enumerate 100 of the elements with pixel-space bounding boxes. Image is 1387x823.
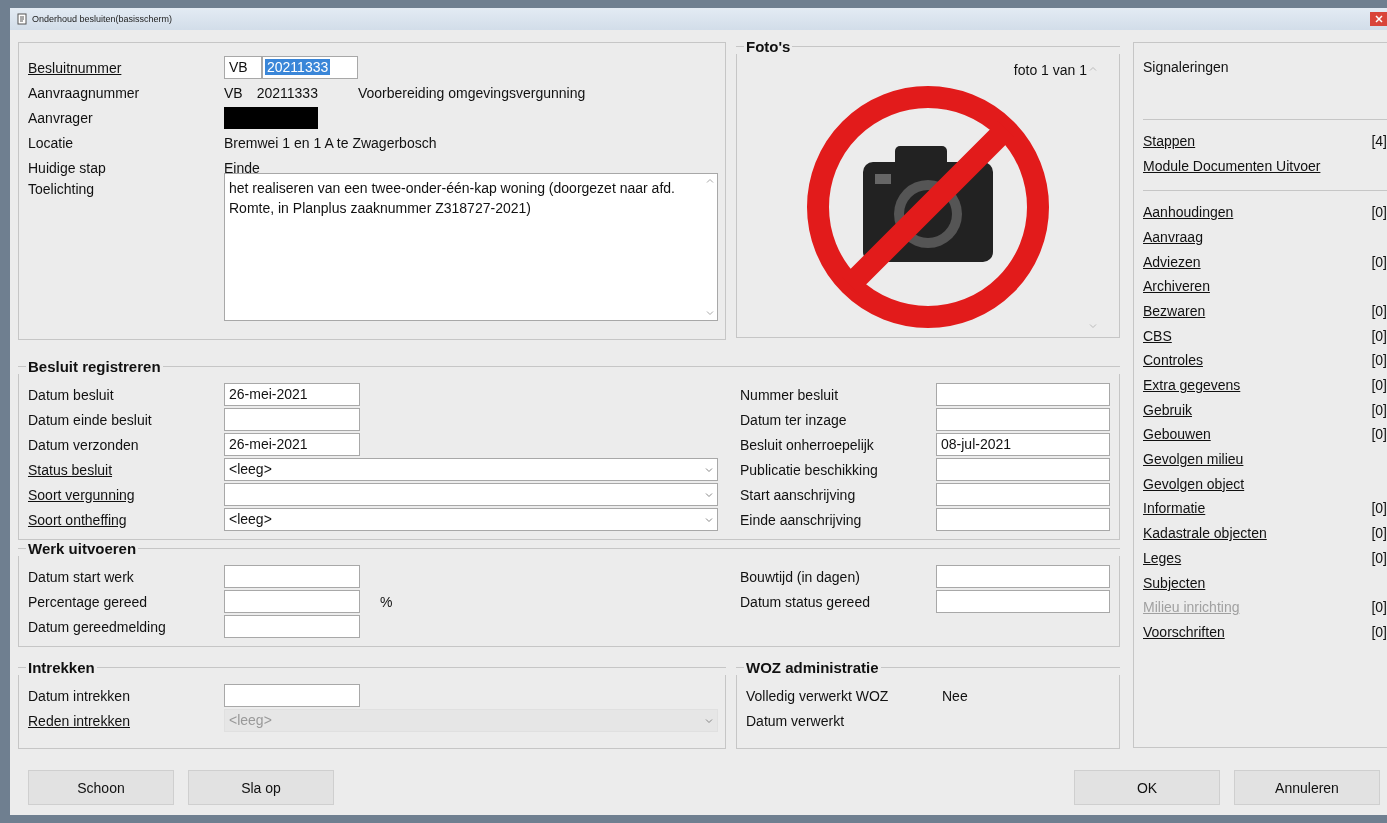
dropdown-field: <leeg> [224, 709, 718, 732]
caret-icon[interactable] [705, 466, 713, 473]
item-count: [0] [1371, 426, 1387, 443]
field-label: Aanvrager [28, 109, 93, 126]
dropdown-field[interactable] [224, 483, 718, 506]
sidebar-link[interactable]: Leges [1143, 549, 1182, 566]
number-field[interactable]: 20211333 [262, 56, 358, 79]
sidebar-link[interactable]: Gevolgen object [1143, 475, 1245, 492]
action-button[interactable]: Annuleren [1234, 770, 1380, 805]
text-field[interactable] [936, 383, 1110, 406]
date-field[interactable] [224, 590, 360, 613]
close-button[interactable] [1370, 12, 1387, 26]
field-label: Datum start werk [28, 568, 134, 585]
item-count: [0] [1371, 204, 1387, 221]
sidebar-link[interactable]: Aanhoudingen [1143, 204, 1234, 221]
field-label[interactable]: Besluitnummer [28, 59, 122, 76]
document-icon [16, 13, 28, 25]
item-count: [0] [1371, 377, 1387, 394]
sidebar-link[interactable]: Aanvraag [1143, 228, 1203, 245]
sidebar-link[interactable]: Stappen [1143, 132, 1196, 149]
field-label: Einde aanschrijving [740, 511, 862, 528]
item-count: [0] [1371, 352, 1387, 369]
field-value: Nee [942, 687, 968, 704]
action-button[interactable]: Schoon [28, 770, 174, 805]
date-field[interactable] [224, 408, 360, 431]
sidebar-link[interactable]: Controles [1143, 352, 1203, 369]
field-value: Einde [224, 159, 260, 176]
field-label[interactable]: Status besluit [28, 461, 113, 478]
date-field[interactable] [224, 565, 360, 588]
field-label: Publicatie beschikking [740, 461, 878, 478]
prefix-field[interactable]: VB [224, 56, 262, 79]
field-label: Besluit onherroepelijk [740, 436, 874, 453]
field-label: Datum verwerkt [746, 712, 845, 729]
dropdown-field[interactable]: <leeg> [224, 508, 718, 531]
field-label: Datum verzonden [28, 436, 139, 453]
section-title: Intrekken [27, 658, 96, 676]
field-label: Datum gereedmelding [28, 618, 166, 635]
sidebar-link[interactable]: Bezwaren [1143, 302, 1206, 319]
sidebar-link[interactable]: CBS [1143, 327, 1172, 344]
section-title: Werk uitvoeren [27, 539, 138, 557]
sidebar-link: Milieu inrichting [1143, 599, 1240, 616]
text-field[interactable] [936, 408, 1110, 431]
dropdown-field[interactable]: <leeg> [224, 458, 718, 481]
text-field[interactable] [936, 483, 1110, 506]
sidebar-link[interactable]: Voorschriften [1143, 623, 1225, 640]
item-count: [0] [1371, 327, 1387, 344]
sidebar-link[interactable]: Informatie [1143, 500, 1206, 517]
sidebar-link[interactable]: Module Documenten Uitvoer [1143, 157, 1321, 174]
sidebar-link[interactable]: Gebouwen [1143, 426, 1211, 443]
text-field[interactable] [936, 458, 1110, 481]
sidebar-link[interactable]: Adviezen [1143, 253, 1201, 270]
item-count: [0] [1371, 623, 1387, 640]
unit-label: % [380, 593, 393, 610]
date-field[interactable] [224, 615, 360, 638]
field-label: Volledig verwerkt WOZ [746, 687, 889, 704]
text-field[interactable] [936, 508, 1110, 531]
text-field[interactable] [936, 565, 1110, 588]
photo-counter: foto 1 van 1 [1013, 62, 1087, 78]
close-icon [1374, 15, 1383, 23]
field-label: Bouwtijd (in dagen) [740, 568, 860, 585]
field-label: Datum besluit [28, 386, 114, 403]
field-value: 20211333 [256, 84, 318, 101]
sidebar-link[interactable]: Gebruik [1143, 401, 1193, 418]
text-field[interactable] [936, 590, 1110, 613]
sidebar-link[interactable]: Subjecten [1143, 574, 1206, 591]
sidebar-link[interactable]: Kadastrale objecten [1143, 525, 1267, 542]
caret-icon[interactable] [705, 491, 713, 498]
action-button[interactable]: OK [1074, 770, 1220, 805]
text-field[interactable]: 08-jul-2021 [936, 433, 1110, 456]
item-count: [0] [1371, 253, 1387, 270]
date-field[interactable] [224, 684, 360, 707]
sidebar-link[interactable]: Extra gegevens [1143, 377, 1241, 394]
field-label[interactable]: Soort ontheffing [28, 511, 127, 528]
item-count: [0] [1371, 525, 1387, 542]
field-label[interactable]: Soort vergunning [28, 486, 135, 503]
field-value: Voorbereiding omgevingsvergunning [357, 84, 586, 101]
field-label: Aanvraagnummer [28, 84, 140, 101]
item-count: [0] [1371, 302, 1387, 319]
field-label: Datum intrekken [28, 687, 130, 704]
panel-title: Signaleringen [1143, 58, 1230, 77]
field-label: Start aanschrijving [740, 486, 856, 503]
window-title: Onderhoud besluiten(basisscherm) [32, 14, 174, 24]
field-label: Percentage gereed [28, 593, 148, 610]
date-field[interactable]: 26-mei-2021 [224, 383, 360, 406]
item-count: [0] [1371, 500, 1387, 517]
item-count: [0] [1371, 549, 1387, 566]
section-title: WOZ administratie [745, 658, 880, 676]
caret-icon[interactable] [705, 516, 713, 523]
sidebar-link[interactable]: Gevolgen milieu [1143, 451, 1244, 468]
item-count: [0] [1371, 401, 1387, 418]
field-label: Datum status gereed [740, 593, 870, 610]
date-field[interactable]: 26-mei-2021 [224, 433, 360, 456]
section-title: Besluit registreren [27, 357, 162, 375]
field-label: Locatie [28, 134, 74, 151]
sidebar-link[interactable]: Archiveren [1143, 278, 1210, 295]
memo-field[interactable]: het realiseren van een twee-onder-één-kap woning (doorgezet naar afd. Romte, in Planplus zaaknummer Z318727-2021) [224, 173, 718, 321]
item-count: [0] [1371, 599, 1387, 616]
field-label: Nummer besluit [740, 386, 839, 403]
action-button[interactable]: Sla op [188, 770, 334, 805]
section-title: Foto's [745, 37, 792, 55]
